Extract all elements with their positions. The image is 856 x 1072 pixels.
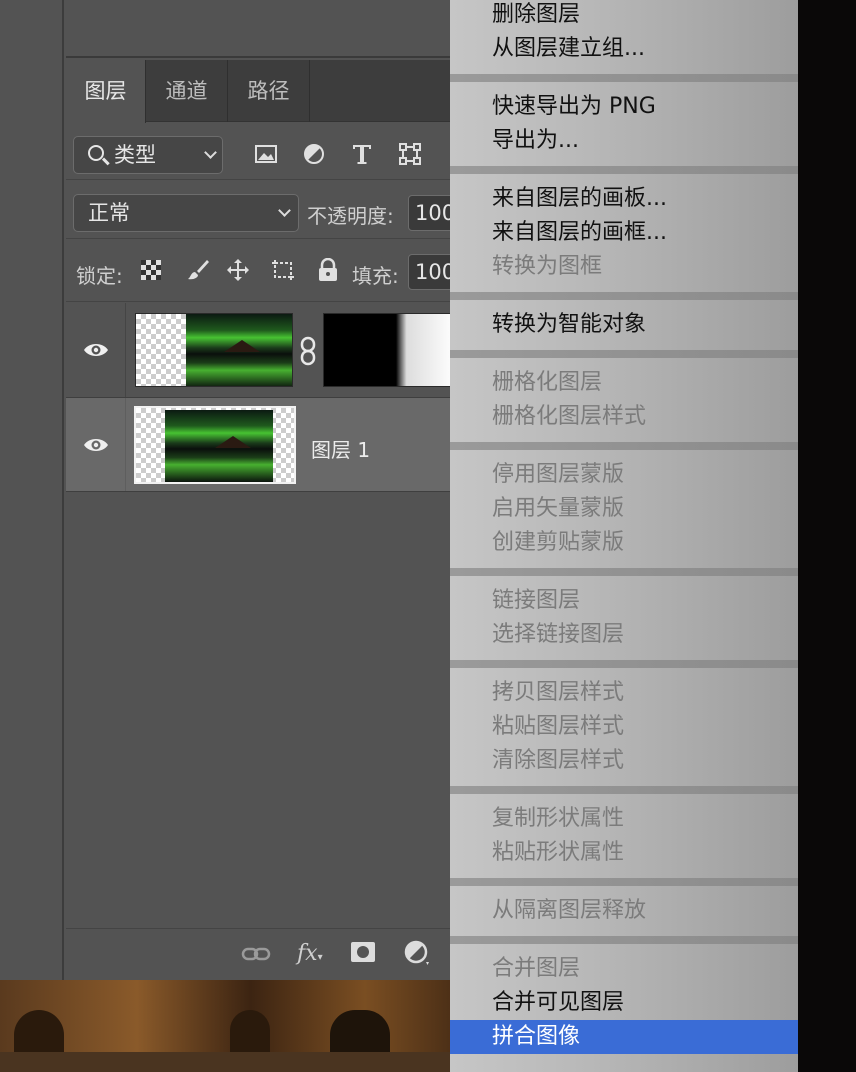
menu-item: 从隔离图层释放 bbox=[492, 898, 647, 923]
menu-item[interactable]: 拼合图像 bbox=[450, 1020, 798, 1054]
tab-layers[interactable]: 图层 bbox=[66, 60, 146, 123]
fill-input[interactable]: 100 bbox=[408, 254, 456, 290]
lock-fill-bar: 锁定: 填充: 100 bbox=[66, 240, 456, 302]
blend-mode-select[interactable]: 正常 bbox=[73, 194, 299, 232]
fx-icon[interactable]: fx▾ bbox=[297, 941, 323, 966]
menu-item[interactable]: 合并可见图层 bbox=[450, 986, 798, 1020]
layer-thumbnail[interactable] bbox=[134, 406, 296, 484]
menu-item: 创建剪贴蒙版 bbox=[492, 530, 625, 555]
menu-item[interactable]: 删除图层 bbox=[450, 0, 798, 32]
adjustment-icon[interactable] bbox=[404, 940, 432, 968]
panel-tab-bar: 图层 通道 路径 bbox=[66, 60, 456, 123]
link-icon[interactable] bbox=[241, 945, 271, 963]
artboard-lock-icon[interactable] bbox=[270, 258, 296, 282]
menu-separator bbox=[450, 292, 798, 300]
layers-panel: 图层 通道 路径 类型 正常 不透明度: 100 锁定: 填充: 100 图层 … bbox=[66, 60, 456, 980]
canvas-photo-strip bbox=[0, 980, 456, 1072]
menu-item[interactable]: 从图层建立组... bbox=[450, 32, 798, 66]
menu-item: 栅格化图层 bbox=[492, 370, 603, 395]
visibility-toggle[interactable] bbox=[66, 398, 126, 491]
menu-item: 拷贝图层样式 bbox=[492, 680, 625, 705]
canvas-dark-edge bbox=[798, 0, 856, 1072]
layer-mask-thumbnail[interactable] bbox=[323, 313, 456, 387]
menu-item[interactable]: 来自图层的画框... bbox=[450, 216, 798, 250]
shape-filter-icon[interactable] bbox=[398, 142, 422, 166]
menu-separator bbox=[450, 74, 798, 82]
layer-context-menu: 删除图层 从图层建立组... 快速导出为 PNG 导出为... 来自图层的画板... 来自… bbox=[450, 0, 798, 1072]
chevron-down-icon bbox=[204, 146, 217, 159]
tab-paths[interactable]: 路径 bbox=[228, 60, 310, 122]
menu-item[interactable]: 快速导出为 PNG bbox=[450, 90, 798, 124]
menu-item: 选择链接图层 bbox=[492, 622, 625, 647]
menu-separator bbox=[450, 568, 798, 576]
opacity-input[interactable]: 100 bbox=[408, 195, 456, 231]
menu-item[interactable]: 导出为... bbox=[450, 124, 798, 158]
blend-mode-value: 正常 bbox=[88, 201, 130, 225]
menu-separator bbox=[450, 442, 798, 450]
layers-bottom-bar: fx▾ bbox=[66, 928, 456, 980]
eye-icon bbox=[84, 344, 108, 356]
opacity-label: 不透明度: bbox=[307, 204, 394, 228]
eye-icon bbox=[84, 439, 108, 451]
menu-item: 复制形状属性 bbox=[492, 806, 625, 831]
layer-row[interactable] bbox=[66, 303, 456, 398]
layer-filter-bar: 类型 bbox=[66, 122, 456, 180]
fill-label: 填充: bbox=[352, 264, 399, 288]
image-filter-icon[interactable] bbox=[254, 142, 278, 166]
menu-separator bbox=[450, 786, 798, 794]
menu-separator bbox=[450, 878, 798, 886]
layer-name[interactable]: 图层 1 bbox=[311, 434, 370, 463]
menu-item: 停用图层蒙版 bbox=[492, 462, 625, 487]
menu-item: 合并图层 bbox=[492, 956, 581, 981]
lock-icon[interactable] bbox=[317, 258, 339, 282]
menu-separator bbox=[450, 166, 798, 174]
layer-row[interactable]: 图层 1 bbox=[66, 398, 456, 492]
chain-link-icon[interactable] bbox=[299, 336, 317, 366]
menu-item[interactable]: 来自图层的画板... bbox=[450, 182, 798, 216]
lock-transparent-pixels-icon[interactable] bbox=[140, 259, 162, 281]
tab-channels[interactable]: 通道 bbox=[146, 60, 228, 122]
adjustment-filter-icon[interactable] bbox=[302, 142, 326, 166]
move-icon[interactable] bbox=[226, 258, 250, 282]
menu-item: 栅格化图层样式 bbox=[492, 404, 647, 429]
lock-label: 锁定: bbox=[76, 264, 123, 288]
filter-type-select[interactable]: 类型 bbox=[73, 136, 223, 174]
menu-item: 粘贴形状属性 bbox=[492, 840, 625, 865]
layer-thumbnail[interactable] bbox=[135, 313, 293, 387]
brush-icon[interactable] bbox=[186, 258, 210, 282]
menu-item: 链接图层 bbox=[492, 588, 581, 613]
menu-item: 清除图层样式 bbox=[492, 748, 625, 773]
menu-item[interactable]: 转换为智能对象 bbox=[450, 308, 798, 342]
menu-separator bbox=[450, 936, 798, 944]
type-filter-icon[interactable] bbox=[350, 142, 374, 166]
chevron-down-icon bbox=[278, 204, 291, 217]
panel-top-area bbox=[66, 0, 456, 58]
menu-separator bbox=[450, 350, 798, 358]
visibility-toggle[interactable] bbox=[66, 303, 126, 397]
menu-item: 转换为图框 bbox=[492, 254, 603, 279]
blend-opacity-bar: 正常 不透明度: 100 bbox=[66, 181, 456, 239]
left-panel-strip bbox=[0, 0, 64, 980]
menu-item: 启用矢量蒙版 bbox=[492, 496, 625, 521]
menu-separator bbox=[450, 660, 798, 668]
filter-type-label: 类型 bbox=[114, 143, 156, 167]
menu-item: 粘贴图层样式 bbox=[492, 714, 625, 739]
search-icon bbox=[88, 145, 104, 161]
mask-icon[interactable] bbox=[350, 941, 376, 963]
